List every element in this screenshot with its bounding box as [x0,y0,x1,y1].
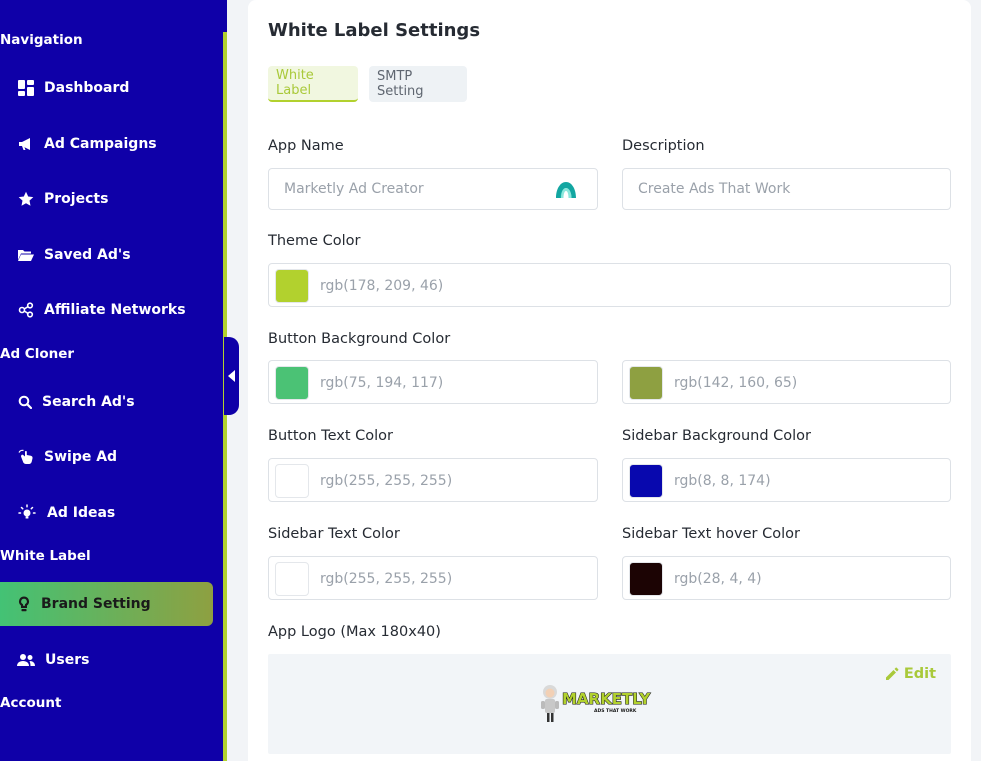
tab-smtp-setting[interactable]: SMTP Setting [369,66,467,102]
button-text-color-label: Button Text Color [268,428,393,444]
sidebar-item-label: Users [45,652,90,668]
sidebar-item-label: Ad Ideas [47,505,116,521]
app-logo-upload-area[interactable]: Edit MARKETLY ADS THAT WORK [268,654,951,754]
sidebar-section-account: Account [0,695,62,711]
app-name-input[interactable]: Marketly Ad Creator [268,168,598,210]
sidebar-item-ad-ideas[interactable]: Ad Ideas [0,491,213,535]
sidebar-text-color-value: rgb(255, 255, 255) [320,571,453,587]
sidebar-item-label: Saved Ad's [44,247,131,263]
button-background-color-end-input[interactable]: rgb(142, 160, 65) [622,360,951,404]
edit-logo-label: Edit [903,666,936,682]
button-background-end-swatch[interactable] [629,366,663,400]
app-name-placeholder: Marketly Ad Creator [284,181,424,197]
tab-white-label[interactable]: White Label [268,66,358,102]
megaphone-icon [16,134,36,154]
sidebar-item-label: Projects [44,191,109,207]
sidebar-item-saved-ads[interactable]: Saved Ad's [0,233,213,277]
sidebar-item-label: Dashboard [44,80,130,96]
sidebar-background-color-value: rgb(8, 8, 174) [674,473,771,489]
sidebar-text-hover-color-input[interactable]: rgb(28, 4, 4) [622,556,951,600]
sidebar-item-dashboard[interactable]: Dashboard [0,66,213,110]
description-placeholder: Create Ads That Work [638,181,791,197]
sidebar-item-brand-setting[interactable]: Brand Setting [0,582,213,626]
sidebar-text-color-swatch[interactable] [275,562,309,596]
sidebar-background-color-swatch[interactable] [629,464,663,498]
users-icon [16,650,36,670]
button-background-color-label: Button Background Color [268,331,451,347]
lightbulb-icon [16,503,38,523]
edit-logo-button[interactable]: Edit [885,666,936,682]
button-background-color-start-input[interactable]: rgb(75, 194, 117) [268,360,598,404]
sidebar-collapse-toggle[interactable] [224,337,239,415]
folder-open-icon [16,245,36,265]
sidebar-text-hover-color-label: Sidebar Text hover Color [622,526,800,542]
sidebar-item-ad-campaigns[interactable]: Ad Campaigns [0,122,213,166]
star-icon [16,189,36,209]
logo-tagline: ADS THAT WORK [594,708,637,714]
theme-color-label: Theme Color [268,233,361,249]
hand-swipe-icon [16,447,36,467]
sidebar-text-color-label: Sidebar Text Color [268,526,400,542]
sidebar-item-label: Brand Setting [41,596,151,612]
password-manager-icon[interactable] [555,180,577,200]
pencil-icon [885,667,899,681]
sidebar-item-label: Swipe Ad [44,449,118,465]
theme-color-value: rgb(178, 209, 46) [320,278,444,294]
sidebar-item-label: Ad Campaigns [44,136,157,152]
app-logo-image: MARKETLY ADS THAT WORK [538,682,666,726]
description-input[interactable]: Create Ads That Work [622,168,951,210]
sidebar-background-color-label: Sidebar Background Color [622,428,811,444]
search-icon [16,392,34,412]
description-label: Description [622,138,705,154]
button-text-color-swatch[interactable] [275,464,309,498]
button-text-color-input[interactable]: rgb(255, 255, 255) [268,458,598,502]
white-label-settings-card: White Label Settings White Label SMTP Se… [248,0,971,761]
sidebar-item-projects[interactable]: Projects [0,177,213,221]
sidebar-text-hover-color-swatch[interactable] [629,562,663,596]
page-title: White Label Settings [268,20,481,41]
app-logo-label: App Logo (Max 180x40) [268,624,441,640]
sidebar-item-search-ads[interactable]: Search Ad's [0,380,213,424]
lightbulb-outline-icon [16,594,32,614]
sidebar-section-navigation: Navigation [0,32,83,48]
button-background-start-swatch[interactable] [275,366,309,400]
logo-wordmark: MARKETLY [562,690,651,708]
share-nodes-icon [16,300,36,320]
button-background-start-value: rgb(75, 194, 117) [320,375,444,391]
button-background-end-value: rgb(142, 160, 65) [674,375,798,391]
button-text-color-value: rgb(255, 255, 255) [320,473,453,489]
sidebar-background-color-input[interactable]: rgb(8, 8, 174) [622,458,951,502]
sidebar-item-swipe-ad[interactable]: Swipe Ad [0,435,213,479]
dashboard-icon [16,78,36,98]
app-name-label: App Name [268,138,344,154]
sidebar-item-label: Affiliate Networks [44,302,186,318]
sidebar-item-users[interactable]: Users [0,638,213,682]
sidebar-section-white-label: White Label [0,548,91,564]
sidebar-item-label: Search Ad's [42,394,135,410]
sidebar: Navigation Dashboard Ad Campaigns Projec… [0,0,227,761]
theme-color-swatch[interactable] [275,269,309,303]
caret-left-icon [228,367,235,386]
theme-color-input[interactable]: rgb(178, 209, 46) [268,263,951,307]
sidebar-text-hover-color-value: rgb(28, 4, 4) [674,571,762,587]
sidebar-item-affiliate-networks[interactable]: Affiliate Networks [0,288,213,332]
sidebar-text-color-input[interactable]: rgb(255, 255, 255) [268,556,598,600]
sidebar-section-ad-cloner: Ad Cloner [0,346,75,362]
